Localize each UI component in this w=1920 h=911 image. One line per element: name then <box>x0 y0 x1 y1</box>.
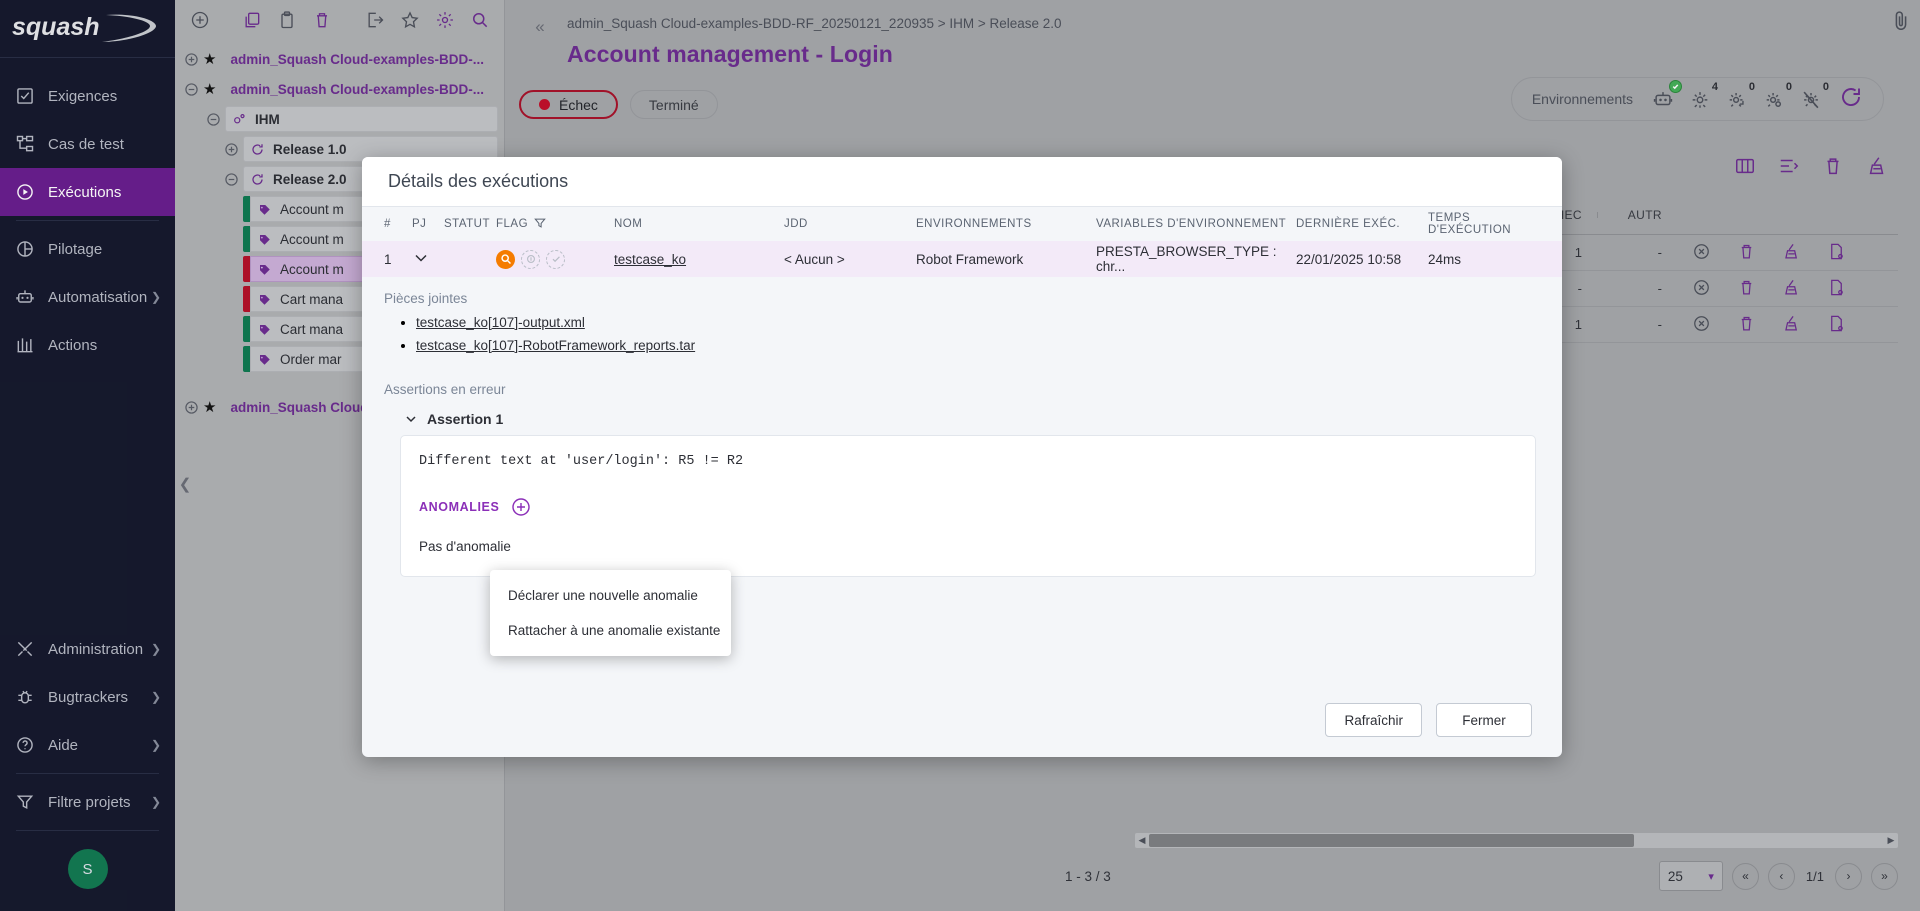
column-header-temps: TEMPS D'EXÉCUTION <box>1428 212 1540 236</box>
check-flag-icon[interactable] <box>546 250 565 269</box>
close-button[interactable]: Fermer <box>1436 703 1532 737</box>
cell-num: 1 <box>384 252 412 267</box>
attachments-list: testcase_ko[107]-output.xml testcase_ko[… <box>416 314 1562 355</box>
cell-jdd: < Aucun > <box>784 252 916 267</box>
column-header-derniere-exec: DERNIÈRE EXÉC. <box>1296 218 1428 230</box>
execution-row[interactable]: 1 <box>362 241 1562 277</box>
attachment-link[interactable]: testcase_ko[107]-RobotFramework_reports.… <box>416 338 695 353</box>
anomaly-context-menu: Déclarer une nouvelle anomalie Rattacher… <box>490 570 731 656</box>
cell-nom: testcase_ko <box>614 252 784 267</box>
cell-variables: PRESTA_BROWSER_TYPE : chr... <box>1096 244 1296 274</box>
attachments-label: Pièces jointes <box>362 277 1562 310</box>
add-anomaly-icon[interactable] <box>511 497 531 517</box>
cell-temps: 24ms <box>1428 252 1540 267</box>
menu-item-attach-existing-anomaly[interactable]: Rattacher à une anomalie existante <box>490 613 731 648</box>
list-item: testcase_ko[107]-RobotFramework_reports.… <box>416 337 1562 355</box>
dialog-title: Détails des exécutions <box>388 171 568 192</box>
dialog-body: # PJ STATUT FLAG NOM JDD ENVIRONNEMENTS … <box>362 207 1562 683</box>
list-item: testcase_ko[107]-output.xml <box>416 314 1562 332</box>
assertion-message: Different text at 'user/login': R5 != R2 <box>419 454 1517 469</box>
info-flag-icon[interactable] <box>521 250 540 269</box>
expand-row-button[interactable] <box>412 249 444 270</box>
testcase-link[interactable]: testcase_ko <box>614 252 686 267</box>
anomalies-row: ANOMALIES <box>419 497 1517 517</box>
cell-derniere-exec: 22/01/2025 10:58 <box>1296 252 1428 267</box>
chevron-down-icon <box>404 412 418 426</box>
column-header-nom: NOM <box>614 218 784 230</box>
no-anomaly-text: Pas d'anomalie <box>419 539 1517 554</box>
refresh-button[interactable]: Rafraîchir <box>1325 703 1422 737</box>
cell-environnements: Robot Framework <box>916 252 1096 267</box>
column-header-jdd: JDD <box>784 218 916 230</box>
magnifier-flag-icon[interactable] <box>496 250 515 269</box>
assertion-toggle[interactable]: Assertion 1 <box>362 401 1562 435</box>
column-header-pj: PJ <box>412 218 444 230</box>
chevron-down-icon <box>412 249 430 267</box>
column-header-flag[interactable]: FLAG <box>496 217 614 232</box>
menu-item-declare-new-anomaly[interactable]: Déclarer une nouvelle anomalie <box>490 578 731 613</box>
column-header-environnements: ENVIRONNEMENTS <box>916 218 1096 230</box>
assertion-card: Different text at 'user/login': R5 != R2… <box>400 435 1536 577</box>
column-header-flag-label: FLAG <box>496 218 528 230</box>
anomalies-label: ANOMALIES <box>419 500 499 514</box>
column-header-variables: VARIABLES D'ENVIRONNEMENT <box>1096 218 1296 230</box>
attachment-link[interactable]: testcase_ko[107]-output.xml <box>416 315 585 330</box>
column-header-num: # <box>384 218 412 230</box>
cell-flags <box>496 250 614 269</box>
column-header-statut: STATUT <box>444 218 496 230</box>
assertions-label: Assertions en erreur <box>362 360 1562 401</box>
application-root: squash Exigences <box>0 0 1920 911</box>
assertion-title: Assertion 1 <box>427 411 503 427</box>
dialog-footer: Rafraîchir Fermer <box>362 683 1562 757</box>
execution-details-dialog: Détails des exécutions # PJ STATUT FLAG … <box>362 157 1562 757</box>
dialog-header: Détails des exécutions <box>362 157 1562 207</box>
executions-table-header: # PJ STATUT FLAG NOM JDD ENVIRONNEMENTS … <box>362 207 1562 241</box>
filter-icon[interactable] <box>534 217 546 232</box>
